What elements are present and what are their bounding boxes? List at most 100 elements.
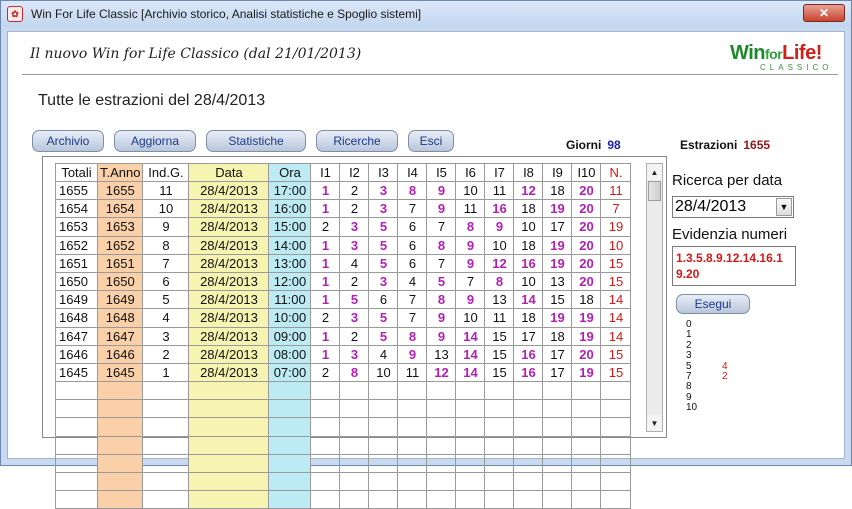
table-cell: 20 [571, 271, 602, 292]
empty-table-row[interactable] [55, 471, 632, 492]
esegui-button[interactable]: Esegui [676, 294, 750, 314]
table-row[interactable]: 1645 1645 1 28/4/2013 07:00 2 8 10 11 12 14 15 16 17 1… [55, 362, 632, 383]
scroll-down-icon[interactable]: ▼ [647, 415, 662, 431]
logo-subtitle: CLASSICO [760, 63, 833, 72]
table-cell: 1653 [55, 217, 98, 237]
table-cell [542, 399, 573, 419]
table-cell: 2 [310, 362, 341, 383]
empty-table-row[interactable] [55, 490, 632, 509]
column-header[interactable]: I3 [368, 163, 399, 182]
main-panel: Il nuovo Win for Life Classico (dal 21/0… [7, 31, 845, 509]
table-cell: 3 [368, 199, 399, 219]
evidenzia-input[interactable]: 1.3.5.8.9.12.14.16.19.20 [672, 246, 796, 286]
archivio-button[interactable]: Archivio [32, 130, 104, 152]
table-cell [426, 399, 457, 419]
table-cell: 8 [142, 235, 190, 255]
table-cell: 14 [600, 290, 632, 310]
table-cell [426, 381, 457, 401]
ricerche-button[interactable]: Ricerche [316, 130, 398, 152]
column-header[interactable]: Data [188, 163, 270, 182]
table-row[interactable]: 1652 1652 8 28/4/2013 14:00 1 3 5 6 8 9 10 18 19 20 10 [55, 235, 632, 255]
table-cell [368, 417, 399, 437]
table-cell: 11 [600, 180, 632, 201]
table-row[interactable]: 1649 1649 5 28/4/2013 11:00 1 5 6 7 8 9 13 14 15 18 14 [55, 290, 632, 310]
grid-scrollbar[interactable]: ▲ ▼ [646, 163, 663, 432]
column-header[interactable]: N. [600, 163, 632, 182]
table-row[interactable]: 1647 1647 3 28/4/2013 09:00 1 2 5 8 9 14 15 17 18 19 14 [55, 326, 632, 346]
table-cell: 20 [571, 344, 602, 364]
table-row[interactable]: 1655 1655 11 28/4/2013 17:00 1 2 3 8 9 10 11 12 18 20 1… [55, 180, 632, 201]
empty-table-row[interactable] [55, 435, 632, 455]
table-row[interactable]: 1654 1654 10 28/4/2013 16:00 1 2 3 7 9 11 16 18 19 20 7 [55, 199, 632, 219]
close-button[interactable]: ✕ [803, 4, 845, 22]
table-cell: 6 [397, 217, 428, 237]
table-cell [96, 471, 144, 492]
column-header[interactable]: T.Anno [96, 163, 144, 182]
table-cell [339, 399, 370, 419]
table-row[interactable]: 1646 1646 2 28/4/2013 08:00 1 3 4 9 13 14 15 16 17 20 1… [55, 344, 632, 364]
table-cell [397, 417, 428, 437]
column-header[interactable]: I1 [310, 163, 341, 182]
empty-table-row[interactable] [55, 453, 632, 474]
table-cell [188, 490, 270, 509]
giorni-label: Giorni [566, 138, 602, 152]
table-cell: 1649 [96, 290, 144, 310]
table-cell: 7 [426, 217, 457, 237]
column-header[interactable]: Ind.G. [142, 163, 190, 182]
column-header[interactable]: I5 [426, 163, 457, 182]
column-header[interactable]: I7 [484, 163, 515, 182]
table-cell [142, 435, 190, 455]
title-bar[interactable]: ✿ Win For Life Classic [Archivio storico… [1, 1, 851, 27]
column-header[interactable]: I2 [339, 163, 370, 182]
date-select[interactable]: 28/4/2013 ▼ [672, 196, 794, 218]
column-header[interactable]: I9 [542, 163, 573, 182]
logo-life: Life! [782, 42, 822, 64]
table-cell [542, 490, 573, 509]
table-cell: 14 [600, 326, 632, 346]
table-cell: 1 [310, 253, 341, 273]
table-row[interactable]: 1648 1648 4 28/4/2013 10:00 2 3 5 7 9 10 11 18 19 19 14 [55, 308, 632, 328]
statistiche-button[interactable]: Statistiche [206, 130, 306, 152]
table-cell: 1 [310, 271, 341, 292]
column-header[interactable]: I10 [571, 163, 602, 182]
column-header[interactable]: I6 [455, 163, 486, 182]
table-cell: 1 [310, 235, 341, 255]
table-cell [513, 490, 544, 509]
chevron-down-icon[interactable]: ▼ [776, 198, 792, 216]
table-cell [455, 453, 486, 474]
table-cell: 2 [339, 199, 370, 219]
table-cell: 12 [484, 253, 515, 273]
scroll-up-icon[interactable]: ▲ [647, 164, 662, 180]
table-row[interactable]: 1653 1653 9 28/4/2013 15:00 2 3 5 6 7 8 9 10 17 20 19 [55, 217, 632, 237]
table-cell [397, 453, 428, 474]
column-header[interactable]: I8 [513, 163, 544, 182]
table-row[interactable]: 1650 1650 6 28/4/2013 12:00 1 2 3 4 5 7 8 10 13 20 15 [55, 271, 632, 292]
giorni-value: 98 [607, 138, 621, 152]
empty-table-row[interactable] [55, 381, 632, 401]
app-icon: ✿ [7, 6, 23, 22]
table-cell [571, 381, 602, 401]
win-for-life-logo: WinforLife! CLASSICO [730, 42, 836, 78]
table-cell: 15:00 [268, 217, 312, 237]
column-header[interactable]: Ora [268, 163, 312, 182]
table-row[interactable]: 1651 1651 7 28/4/2013 13:00 1 4 5 6 7 9 12 16 19 20 15 [55, 253, 632, 273]
table-cell [188, 453, 270, 474]
table-cell: 1 [142, 362, 190, 383]
table-cell: 3 [368, 180, 399, 201]
table-cell [484, 381, 515, 401]
aggiorna-button[interactable]: Aggiorna [114, 130, 196, 152]
esci-button[interactable]: Esci [408, 130, 454, 152]
table-cell: 18 [513, 235, 544, 255]
table-cell: 2 [142, 344, 190, 364]
page-header-title: Il nuovo Win for Life Classico (dal 21/0… [30, 46, 362, 62]
column-header[interactable]: Totali [55, 163, 98, 182]
scroll-thumb[interactable] [648, 181, 661, 201]
column-header[interactable]: I4 [397, 163, 428, 182]
table-cell [268, 453, 312, 474]
table-cell [368, 381, 399, 401]
table-cell: 9 [455, 290, 486, 310]
empty-table-row[interactable] [55, 417, 632, 437]
table-cell: 10 [368, 362, 399, 383]
table-cell: 12:00 [268, 271, 312, 292]
empty-table-row[interactable] [55, 399, 632, 419]
